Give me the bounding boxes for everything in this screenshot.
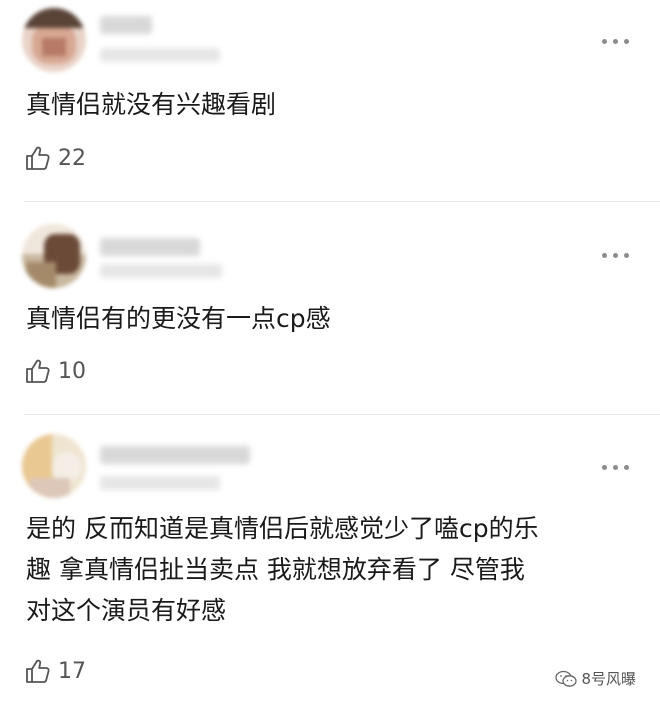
like-button[interactable]: 10	[24, 357, 86, 385]
thumbs-up-icon	[26, 146, 50, 170]
comment-meta	[100, 264, 222, 278]
thumbs-up-icon	[26, 359, 50, 383]
comment-meta	[100, 48, 220, 62]
like-count: 10	[58, 358, 86, 384]
more-icon[interactable]	[602, 462, 632, 472]
username[interactable]	[100, 16, 152, 34]
comment-item: 真情侣有的更没有一点cp感 10	[0, 210, 660, 410]
like-count: 22	[58, 145, 86, 171]
comment-text: 真情侣就没有兴趣看剧	[26, 90, 277, 119]
more-icon[interactable]	[602, 250, 632, 260]
avatar[interactable]	[22, 8, 86, 72]
thumbs-up-icon	[26, 659, 50, 683]
comment-meta	[100, 476, 220, 490]
comment-text: 是的 反而知道是真情侣后就感觉少了嗑cp的乐 趣 拿真情侣扯当卖点 我就想放弃看…	[26, 514, 539, 625]
username[interactable]	[100, 238, 200, 256]
avatar[interactable]	[22, 224, 86, 288]
username[interactable]	[100, 446, 250, 464]
more-icon[interactable]	[602, 36, 632, 46]
watermark-label: 8号风曝	[581, 670, 636, 688]
divider	[24, 414, 660, 415]
comment-item: 是的 反而知道是真情侣后就感觉少了嗑cp的乐 趣 拿真情侣扯当卖点 我就想放弃看…	[0, 420, 660, 708]
wechat-icon	[555, 670, 578, 687]
like-count: 17	[58, 658, 86, 684]
watermark: 8号风曝	[555, 668, 636, 689]
avatar[interactable]	[22, 434, 86, 498]
like-button[interactable]: 17	[24, 657, 86, 685]
like-button[interactable]: 22	[24, 144, 86, 172]
divider	[24, 201, 660, 202]
comment-text: 真情侣有的更没有一点cp感	[26, 304, 331, 333]
comment-item: 真情侣就没有兴趣看剧 22	[0, 0, 660, 200]
